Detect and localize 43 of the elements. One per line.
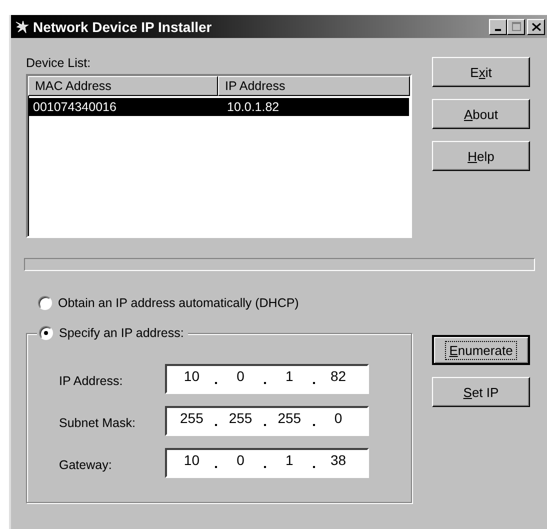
octet-value: 82 [329,368,348,386]
column-header[interactable]: IP Address [218,76,410,96]
button[interactable]: Exit [432,57,530,87]
radio-label: Specify an IP address: [59,326,184,340]
list-label: Device List: [26,56,92,70]
octet-value: 1 [284,452,294,470]
button[interactable]: About [432,99,530,129]
octet-value: 0 [236,452,246,470]
octet-value: 0 [236,368,246,386]
octet-value: 38 [329,452,348,470]
close-icon [532,22,540,30]
minimize-icon [495,28,501,30]
button[interactable]: Set IP [432,377,530,407]
field-label: IP Address: [59,372,124,388]
octet-value: 10 [182,368,200,386]
device-row[interactable]: 001074340016 10.0.1.82 [29,98,409,116]
radio-button[interactable] [39,326,53,340]
radio-button[interactable] [38,296,52,310]
app-icon [14,18,30,34]
minimize-button[interactable] [489,18,507,34]
radio-option[interactable]: Obtain an IP address automatically (DHCP) [38,295,412,311]
radio-option[interactable]: Specify an IP address: [37,325,188,341]
table-cell-text: 10.0.1.82 [226,99,280,116]
octet-value: 1 [284,368,294,386]
octet-value: 0 [333,410,344,428]
column-header[interactable]: MAC Address [28,76,218,96]
close-button[interactable] [527,18,545,34]
field-label: Gateway: [59,456,113,472]
maximize-button[interactable] [507,18,525,34]
octet-value: 255 [276,410,302,428]
octet-value: 10 [182,452,200,470]
window-title: Network Device IP Installer [33,18,213,34]
ip-address-field[interactable]: 10 0 1 82 [165,364,369,394]
maximize-icon [512,22,520,31]
button[interactable]: Enumerate [432,335,530,365]
ip-address-field[interactable]: 10 0 1 38 [165,448,369,478]
octet-value: 255 [179,410,204,428]
field-label: Subnet Mask: [59,414,136,430]
table-cell-text: 001074340016 [32,99,118,116]
ip-address-field[interactable]: 255 255 255 0 [165,406,369,436]
button[interactable]: Help [432,141,530,171]
radio-label: Obtain an IP address automatically (DHCP) [58,296,299,310]
octet-value: 255 [228,410,254,428]
